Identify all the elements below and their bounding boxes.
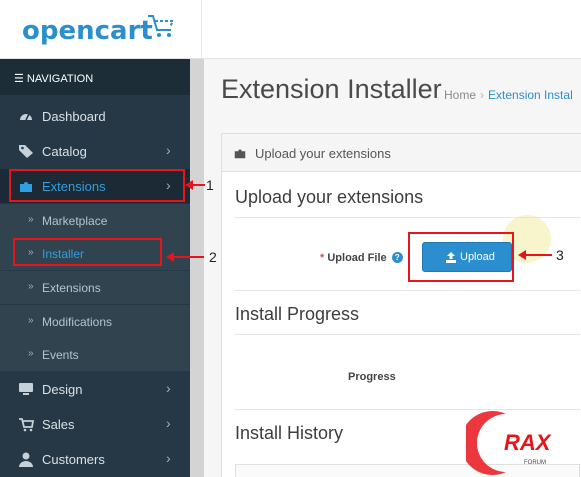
sidebar-item-dashboard[interactable]: Dashboard xyxy=(0,99,190,133)
annotation-box-extensions xyxy=(9,169,185,202)
sidebar-item-label: Dashboard xyxy=(42,109,106,124)
sidebar-subitem-modifications[interactable]: » Modifications xyxy=(0,305,190,338)
annotation-arrow-icon xyxy=(166,252,204,262)
cart-logo-icon xyxy=(148,15,175,37)
chevron-right-icon: › xyxy=(166,415,171,431)
top-header: opencart xyxy=(0,0,581,59)
sidebar-item-catalog[interactable]: Catalog › xyxy=(0,134,190,168)
watermark-letters: RAX xyxy=(504,430,552,455)
sidebar-item-sales[interactable]: Sales › xyxy=(0,407,190,441)
sidebar-subitem-label: Marketplace xyxy=(42,214,108,228)
menu-bars-icon: ☰ xyxy=(14,73,27,85)
navigation-heading-label: NAVIGATION xyxy=(26,73,94,85)
divider xyxy=(235,290,580,291)
sidebar-item-label: Design xyxy=(42,382,83,397)
sidebar-subitem-label: Extensions xyxy=(42,281,101,295)
annotation-number: 1 xyxy=(206,177,214,193)
breadcrumb: Home › Extension Instal xyxy=(444,88,573,102)
double-chevron-icon: » xyxy=(28,348,34,359)
sidebar-subitem-label: Events xyxy=(42,348,79,362)
chevron-right-icon: › xyxy=(166,450,171,466)
page-title: Extension Installer xyxy=(221,74,442,104)
page-gutter xyxy=(190,59,204,477)
chevron-right-icon: › xyxy=(166,380,171,396)
puzzle-icon xyxy=(234,149,246,159)
cart-icon xyxy=(19,418,34,432)
annotation-box-upload xyxy=(408,232,514,282)
sidebar-item-label: Customers xyxy=(42,452,105,467)
divider xyxy=(235,334,580,335)
annotation-number: 2 xyxy=(209,249,217,265)
progress-label: Progress xyxy=(348,371,396,383)
sidebar-item-label: Catalog xyxy=(42,144,87,159)
annotation-arrow-icon xyxy=(518,250,552,260)
logo-area: opencart xyxy=(0,0,202,59)
opencart-logo[interactable]: opencart xyxy=(22,16,153,46)
navigation-heading: ☰ NAVIGATION xyxy=(0,59,190,95)
chevron-right-icon: › xyxy=(166,142,171,158)
watermark-logo: RAX FORUM xyxy=(466,411,552,475)
install-history-title: Install History xyxy=(235,423,344,443)
sidebar-subitem-marketplace[interactable]: » Marketplace xyxy=(0,204,190,237)
breadcrumb-current[interactable]: Extension Instal xyxy=(488,88,573,102)
breadcrumb-separator: › xyxy=(480,88,485,102)
sidebar-item-label: Sales xyxy=(42,417,75,432)
double-chevron-icon: » xyxy=(28,315,34,326)
annotation-number: 3 xyxy=(556,247,564,263)
sidebar-subitem-label: Modifications xyxy=(42,315,113,329)
double-chevron-icon: » xyxy=(28,214,34,225)
sidebar-item-customers[interactable]: Customers › xyxy=(0,442,190,476)
tag-icon xyxy=(19,145,33,158)
watermark-sub: FORUM xyxy=(524,460,546,466)
panel-heading: Upload your extensions xyxy=(222,134,581,172)
breadcrumb-home[interactable]: Home xyxy=(444,88,476,102)
annotation-arrow-icon xyxy=(185,180,205,190)
monitor-icon xyxy=(19,383,33,395)
install-progress-title: Install Progress xyxy=(235,304,360,324)
help-icon[interactable]: ? xyxy=(391,252,403,263)
user-icon xyxy=(19,452,33,467)
panel-heading-label: Upload your extensions xyxy=(255,146,391,161)
sidebar: ☰ NAVIGATION Dashboard Catalog › Extensi… xyxy=(0,59,190,477)
sidebar-subitem-events[interactable]: » Events xyxy=(0,338,190,371)
sidebar-subitem-extensions[interactable]: » Extensions xyxy=(0,271,190,304)
dashboard-icon xyxy=(20,113,32,121)
upload-file-label-text: Upload File xyxy=(327,252,387,264)
upload-section-title: Upload your extensions xyxy=(235,187,424,207)
double-chevron-icon: » xyxy=(28,281,34,292)
upload-file-label: * Upload File ? xyxy=(320,252,403,264)
sidebar-item-design[interactable]: Design › xyxy=(0,372,190,406)
annotation-box-installer xyxy=(13,238,162,266)
required-mark: * xyxy=(320,252,325,264)
